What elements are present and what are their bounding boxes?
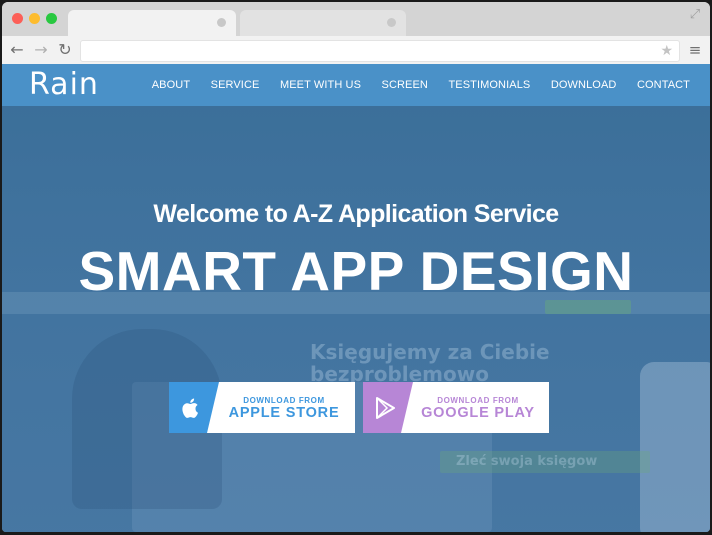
site-logo[interactable]: Rain [29,68,99,102]
close-window-button[interactable] [12,13,23,24]
nav-item-meet-with-us[interactable]: MEET WITH US [280,79,361,91]
arrow-right-icon[interactable]: → [32,40,50,60]
nav-item-contact[interactable]: CONTACT [637,79,690,91]
apple-icon-box [169,382,219,433]
nav-item-service[interactable]: SERVICE [211,79,260,91]
minimize-window-button[interactable] [29,13,40,24]
browser-toolbar: ← → ↻ ★ ≡ [2,36,710,65]
apple-store-big-label: APPLE STORE [228,405,340,421]
background-cta-text: Zleć swoja księgow [456,454,598,469]
tab-bar: ⤢ [2,2,710,36]
apple-store-button[interactable]: DOWNLOAD FROM APPLE STORE [169,382,355,433]
expand-icon[interactable]: ⤢ [688,8,702,22]
background-phone [640,362,710,532]
background-green-button [545,300,631,314]
star-icon[interactable]: ★ [660,42,673,60]
browser-window: ⤢ ← → ↻ ★ ≡ Księgujemy za Ciebie bezprob… [2,2,710,532]
maximize-window-button[interactable] [46,13,57,24]
website-viewport: Księgujemy za Ciebie bezproblemowo Zleć … [2,64,710,532]
tab-inactive[interactable] [240,10,406,36]
google-play-big-label: GOOGLE PLAY [421,405,535,421]
site-navbar: Rain ABOUT SERVICE MEET WITH US SCREEN T… [2,64,710,106]
nav-item-screen[interactable]: SCREEN [382,79,428,91]
arrow-left-icon[interactable]: ← [8,40,26,60]
play-icon [376,397,395,419]
tab-active[interactable] [68,10,236,36]
reload-icon[interactable]: ↻ [56,40,74,60]
hamburger-menu-icon[interactable]: ≡ [688,40,702,60]
nav-item-about[interactable]: ABOUT [152,79,190,91]
tab-close-icon[interactable] [217,18,226,27]
google-play-button[interactable]: DOWNLOAD FROM GOOGLE PLAY [363,382,549,433]
nav-item-download[interactable]: DOWNLOAD [551,79,617,91]
apple-icon [182,398,198,418]
play-icon-box [363,382,413,433]
nav-menu: ABOUT SERVICE MEET WITH US SCREEN TESTIM… [131,64,690,106]
hero-subtitle: Welcome to A-Z Application Service [153,200,559,228]
apple-store-small-label: DOWNLOAD FROM [243,396,325,405]
tab-close-icon[interactable] [387,18,396,27]
address-bar[interactable]: ★ [80,40,680,62]
google-play-small-label: DOWNLOAD FROM [437,396,519,405]
nav-item-testimonials[interactable]: TESTIMONIALS [448,79,530,91]
hero-title: SMART APP DESIGN [78,240,634,302]
background-headline: Księgujemy za Ciebie [310,340,550,364]
